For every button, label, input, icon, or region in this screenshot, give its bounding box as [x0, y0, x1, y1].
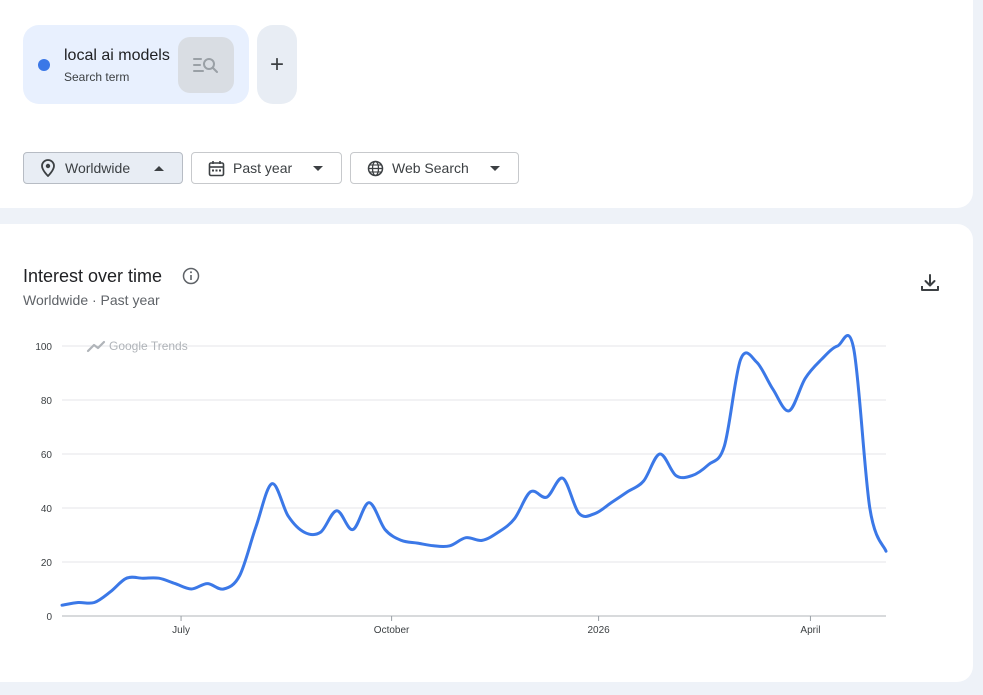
x-tick-label: 2026 [587, 625, 610, 636]
watermark-text: Google Trends [109, 339, 188, 353]
search-term-name[interactable]: local ai models [64, 47, 170, 65]
y-tick-label: 20 [41, 558, 53, 569]
region-filter-label: Worldwide [65, 160, 131, 176]
add-icon: + [269, 50, 284, 78]
y-tick-label: 0 [46, 612, 52, 623]
chart-subtitle: Worldwide · Past year [23, 292, 160, 308]
x-tick-label: July [172, 625, 190, 636]
time-filter-label: Past year [233, 160, 293, 176]
property-filter[interactable]: Web Search [350, 152, 519, 184]
caret-down-icon [490, 165, 500, 171]
chart-axes: 0 20 40 60 80 100 July October 2026 April [35, 342, 820, 636]
caret-down-icon [313, 165, 323, 171]
search-term-chip[interactable]: local ai models Search term [23, 25, 249, 104]
location-pin-icon [39, 159, 57, 177]
y-tick-label: 100 [35, 342, 52, 353]
interest-over-time-card: Interest over time Worldwide · Past year… [0, 224, 973, 682]
region-filter[interactable]: Worldwide [23, 152, 183, 184]
search-panel: local ai models Search term + Worldwide [0, 0, 973, 208]
download-icon[interactable] [919, 272, 941, 294]
search-list-icon [193, 58, 218, 73]
chart-title: Interest over time [23, 266, 163, 286]
y-tick-label: 60 [41, 450, 53, 461]
y-tick-label: 40 [41, 504, 53, 515]
add-comparison-button[interactable]: + [257, 25, 297, 104]
info-icon[interactable] [182, 267, 200, 285]
property-filter-label: Web Search [392, 160, 469, 176]
search-term-label: Search term [64, 70, 130, 84]
caret-up-icon [154, 165, 164, 171]
calendar-icon [207, 159, 225, 177]
chart-lines [60, 334, 888, 607]
chart-grid [62, 345, 886, 617]
search-term-menu-button[interactable] [178, 37, 234, 93]
google-trends-watermark: Google Trends [86, 339, 188, 353]
x-tick-label: April [800, 625, 820, 636]
y-tick-label: 80 [41, 396, 53, 407]
globe-icon [366, 159, 384, 177]
series-color-dot [38, 59, 50, 71]
series-line-0 [60, 334, 888, 607]
x-tick-label: October [374, 625, 410, 636]
time-filter[interactable]: Past year [191, 152, 342, 184]
